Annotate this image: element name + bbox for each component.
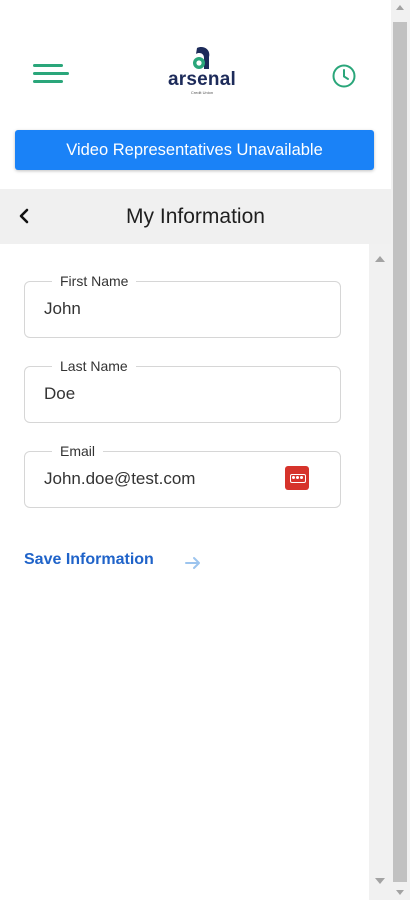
chevron-left-icon[interactable] (16, 208, 32, 224)
last-name-label: Last Name (52, 358, 136, 374)
content-scrollbar[interactable] (369, 244, 391, 900)
first-name-input[interactable]: John (44, 299, 81, 319)
logo-subtext: Credit Union (190, 90, 214, 95)
scroll-up-icon[interactable] (375, 256, 385, 262)
page-title: My Information (126, 205, 265, 228)
email-input[interactable]: John.doe@test.com (44, 469, 195, 489)
page-scroll-down-icon[interactable] (396, 890, 404, 895)
last-name-field[interactable]: Last Name Doe (24, 358, 341, 423)
clock-icon[interactable] (331, 63, 357, 89)
video-status-banner: Video Representatives Unavailable (15, 130, 374, 170)
section-title-bar: My Information (0, 189, 391, 244)
first-name-field[interactable]: First Name John (24, 273, 341, 338)
last-name-input[interactable]: Doe (44, 384, 75, 404)
email-field[interactable]: Email John.doe@test.com (24, 443, 341, 508)
first-name-label: First Name (52, 273, 137, 289)
save-information-link[interactable]: Save Information (24, 551, 154, 569)
page-scrollbar[interactable] (391, 0, 410, 900)
scroll-down-icon[interactable] (375, 878, 385, 884)
password-manager-icon[interactable] (285, 466, 309, 490)
page-scroll-up-icon[interactable] (396, 5, 404, 10)
logo-wordmark: arsenal (168, 69, 236, 90)
logo-mark-icon (193, 47, 210, 69)
arsenal-logo: arsenal Credit Union (162, 46, 242, 106)
email-label: Email (52, 443, 104, 459)
page-scroll-thumb[interactable] (393, 22, 407, 882)
app-header: arsenal Credit Union (0, 0, 391, 125)
hamburger-menu-icon[interactable] (33, 64, 69, 84)
arrow-right-icon[interactable] (185, 556, 201, 570)
